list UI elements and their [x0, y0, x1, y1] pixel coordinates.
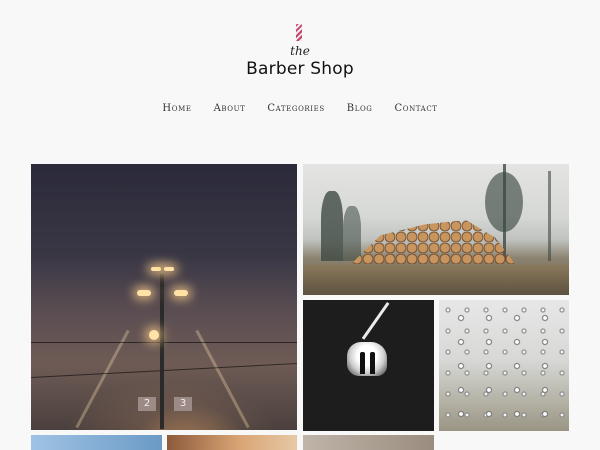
- nav-contact[interactable]: Contact: [394, 102, 437, 118]
- lamp-light: [174, 290, 188, 296]
- nav-categories[interactable]: Categories: [267, 102, 324, 118]
- lamp-light: [137, 290, 151, 296]
- person-silhouette: [370, 352, 375, 374]
- site-logo[interactable]: the Barber Shop: [0, 0, 600, 90]
- overhead-wire: [31, 363, 297, 378]
- nav-blog[interactable]: Blog: [347, 102, 373, 118]
- overhead-wire: [31, 342, 297, 343]
- tunnel-opening: [347, 342, 387, 376]
- grass: [303, 265, 569, 295]
- rail-track: [75, 329, 130, 429]
- tree: [548, 171, 551, 261]
- gallery-image-logs[interactable]: [303, 164, 569, 295]
- tree: [321, 191, 343, 261]
- gallery-image-station[interactable]: 2 3: [31, 164, 297, 430]
- tree: [485, 172, 523, 232]
- log-pile: [351, 220, 515, 264]
- main-nav: Home About Categories Blog Contact: [0, 102, 600, 118]
- nav-home[interactable]: Home: [162, 102, 191, 118]
- gallery-image-rain[interactable]: [439, 300, 569, 431]
- gallery-image-street[interactable]: [167, 435, 297, 450]
- gallery-image-sky[interactable]: [31, 435, 162, 450]
- rod: [361, 302, 390, 340]
- nav-about[interactable]: About: [214, 102, 246, 118]
- lamp-light: [164, 267, 174, 271]
- lamp-light: [151, 267, 161, 271]
- barber-pole-icon: [296, 24, 302, 41]
- rail-track: [195, 329, 250, 429]
- logo-title: Barber Shop: [246, 59, 354, 79]
- person-silhouette: [360, 352, 365, 374]
- gallery-image-room[interactable]: [303, 435, 434, 450]
- lamp-light: [149, 330, 159, 340]
- platform-sign: 3: [174, 397, 192, 411]
- tree: [343, 206, 361, 261]
- platform-sign: 2: [138, 397, 156, 411]
- gallery-image-tunnel[interactable]: [303, 300, 434, 431]
- logo-the: the: [290, 44, 310, 58]
- lamp-post: [160, 274, 164, 429]
